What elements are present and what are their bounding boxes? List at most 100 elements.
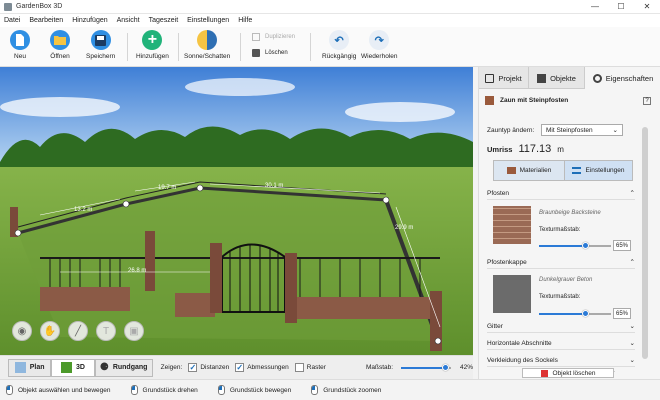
toolbar-separator <box>310 33 311 61</box>
new-file-icon <box>10 30 30 50</box>
folder-icon <box>50 30 70 50</box>
save-disk-icon <box>90 30 111 50</box>
toolbar-separator <box>240 33 241 61</box>
menu-datei[interactable]: Datei <box>4 17 20 24</box>
dimensions-checkbox[interactable]: ✓ Abmessungen <box>235 363 289 372</box>
sun-shadow-icon <box>197 30 218 50</box>
chevron-up-icon: ⌃ <box>629 190 635 197</box>
section-pfosten[interactable]: Pfosten ⌃ <box>487 187 635 200</box>
app-icon <box>4 2 12 11</box>
title-bar: GardenBox 3D — ☐ ✕ <box>0 0 660 14</box>
scale-label: Maßstab: <box>365 364 394 371</box>
scale-slider[interactable] <box>401 363 452 372</box>
save-button[interactable]: Speichern <box>86 30 115 60</box>
garden-scene[interactable]: 13.2 m 19.7 m 30.1 m 29.9 m 26.8 m <box>0 67 473 355</box>
status-hint: Objekt auswählen und bewegen <box>6 385 111 395</box>
panel-scrollbar[interactable] <box>642 127 648 359</box>
redo-icon: ↷ <box>369 30 390 50</box>
delete-object-button[interactable]: Objekt löschen <box>522 368 614 378</box>
add-button[interactable]: + Hinzufügen <box>136 30 169 60</box>
show-label: Zeigen: <box>160 364 183 371</box>
project-icon <box>485 73 495 83</box>
redo-button[interactable]: ↷ Wiederholen <box>361 30 398 60</box>
menu-einstellungen[interactable]: Einstellungen <box>187 17 229 24</box>
hand-pan-icon[interactable]: ✋ <box>40 321 60 341</box>
cap-texture-slider-thumb[interactable] <box>582 310 589 317</box>
panel-tabs: Projekt Objekte Eigenschaften <box>479 67 660 89</box>
mouse-left-icon <box>6 385 13 395</box>
fence-icon <box>485 96 494 105</box>
close-icon[interactable]: ✕ <box>634 0 660 14</box>
dimension-label: 19.7 m <box>158 185 176 191</box>
sliders-icon <box>572 167 582 174</box>
sun-shadow-button[interactable]: Sonne/Schatten <box>184 30 230 60</box>
3d-view-button[interactable]: 3D <box>51 358 95 377</box>
delete-button[interactable]: Löschen <box>252 49 288 57</box>
object-header: Zaun mit Steinpfosten <box>485 96 568 105</box>
toolbar-separator <box>127 33 128 61</box>
concrete-texture-swatch[interactable] <box>493 275 531 313</box>
brick-texture-swatch[interactable] <box>493 206 531 244</box>
duplicate-button[interactable]: Duplizieren <box>252 33 295 41</box>
section-gitter[interactable]: Gitter ⌄ <box>487 320 635 333</box>
help-icon[interactable]: ? <box>643 97 651 105</box>
text-tool-icon[interactable]: T <box>96 321 116 341</box>
view-bar: Plan 3D ⚈ Rundgang Zeigen: ✓ Distanzen ✓… <box>0 355 473 379</box>
cap-texture-pct[interactable]: 65% <box>613 308 631 319</box>
dimension-label: 29.9 m <box>395 225 413 231</box>
menu-bearbeiten[interactable]: Bearbeiten <box>29 17 63 24</box>
toolbar-separator <box>178 33 179 61</box>
chevron-up-icon: ⌃ <box>629 259 635 266</box>
menu-hilfe[interactable]: Hilfe <box>238 17 252 24</box>
gear-icon <box>592 73 602 83</box>
brick-icon <box>506 167 516 174</box>
menu-ansicht[interactable]: Ansicht <box>117 17 140 24</box>
post-texture-pct[interactable]: 65% <box>613 240 631 251</box>
materials-button[interactable]: Materialien <box>494 161 564 180</box>
3d-viewport[interactable]: 13.2 m 19.7 m 30.1 m 29.9 m 26.8 m ◉ ✋ ╱… <box>0 67 473 355</box>
chevron-down-icon: ⌄ <box>629 357 635 364</box>
trash-icon <box>540 369 548 377</box>
menu-hinzufuegen[interactable]: Hinzufügen <box>72 17 107 24</box>
section-pfostenkappe[interactable]: Pfostenkappe ⌃ <box>487 256 635 269</box>
new-button[interactable]: Neu <box>10 30 30 60</box>
post-texture-slider-thumb[interactable] <box>582 242 589 249</box>
grid-checkbox[interactable]: Raster <box>294 363 326 372</box>
fence-type-row: Zauntyp ändern: Mit Steinpfosten ⌄ <box>487 124 623 136</box>
text-box-icon[interactable]: ▣ <box>124 321 144 341</box>
dimension-label: 13.2 m <box>74 207 92 213</box>
section-horizontale[interactable]: Horizontale Abschnitte ⌄ <box>487 337 635 350</box>
scale-slider-thumb[interactable] <box>442 363 450 371</box>
layers-icon <box>537 73 547 83</box>
plan-view-button[interactable]: Plan <box>8 358 52 377</box>
object-group-icon[interactable]: ◉ <box>12 321 32 341</box>
status-hint: Grundstück zoomen <box>311 385 381 395</box>
outline-value: 117.13 <box>518 143 552 155</box>
open-button[interactable]: Öffnen <box>50 30 70 60</box>
walkthrough-button[interactable]: ⚈ Rundgang <box>94 358 153 377</box>
unchecked-box <box>294 363 304 372</box>
fence-type-select[interactable]: Mit Steinpfosten ⌄ <box>541 124 623 136</box>
tab-projekt[interactable]: Projekt <box>479 67 529 89</box>
undo-button[interactable]: ↶ Rückgängig <box>322 30 356 60</box>
tab-eigenschaften[interactable]: Eigenschaften <box>585 67 660 89</box>
tab-objekte[interactable]: Objekte <box>529 67 585 89</box>
post-texture-slider[interactable] <box>539 242 611 250</box>
minimize-icon[interactable]: — <box>582 0 608 14</box>
section-verkleidung[interactable]: Verkleidung des Sockels ⌄ <box>487 354 635 367</box>
menu-tageszeit[interactable]: Tageszeit <box>149 17 179 24</box>
distances-checkbox[interactable]: ✓ Distanzen <box>188 363 229 372</box>
post-texture-scale-label: Texturmaßstab: <box>539 227 581 233</box>
cap-texture-slider[interactable] <box>539 310 611 318</box>
walking-person-icon: ⚈ <box>99 362 109 373</box>
menu-bar: Datei Bearbeiten Hinzufügen Ansicht Tage… <box>0 14 660 27</box>
ruler-icon[interactable]: ╱ <box>68 321 88 341</box>
settings-button[interactable]: Einstellungen <box>564 161 632 180</box>
maximize-icon[interactable]: ☐ <box>608 0 634 14</box>
cap-material-name: Dunkelgrauer Beton <box>539 277 593 283</box>
mouse-wheel-icon <box>311 385 319 395</box>
window-title: GardenBox 3D <box>16 3 63 10</box>
post-material-name: Braunbeige Backsteine <box>539 210 601 216</box>
properties-panel: Projekt Objekte Eigenschaften Zaun mit S… <box>478 67 660 379</box>
plus-icon: + <box>142 30 163 50</box>
